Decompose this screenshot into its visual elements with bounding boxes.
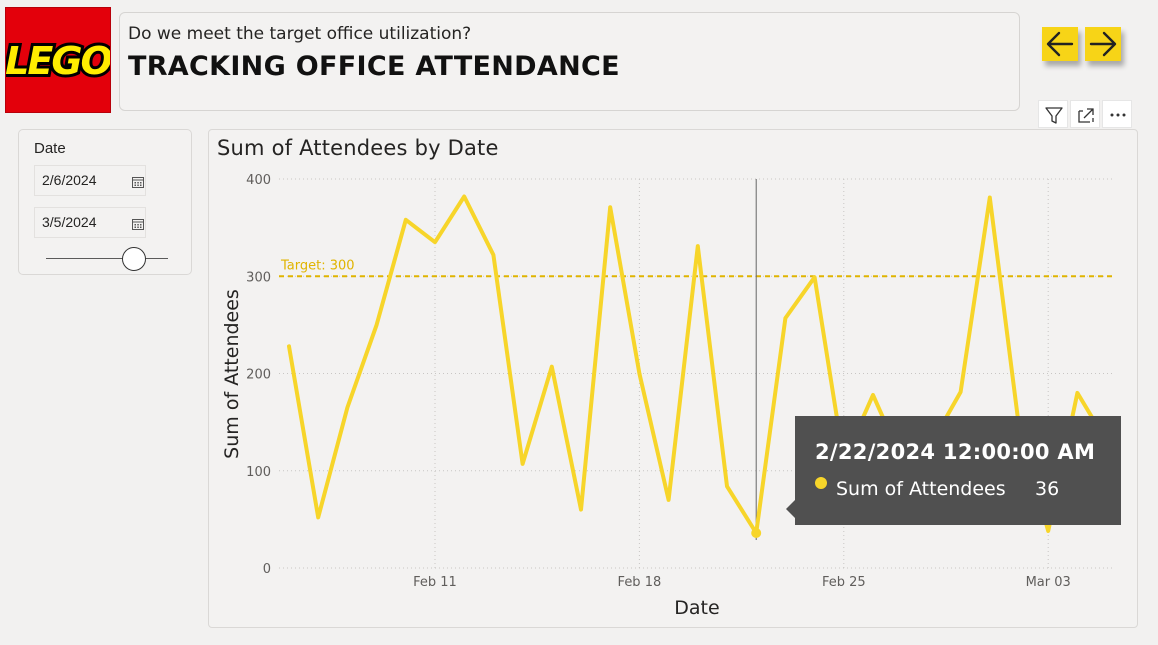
x-tick-label: Feb 18 [618, 575, 662, 590]
y-tick-label: 100 [246, 465, 271, 480]
slicer-title: Date [34, 140, 66, 157]
x-axis-title: Date [674, 597, 719, 619]
forward-button[interactable] [1085, 27, 1121, 61]
start-date-input[interactable]: 2/6/2024 [34, 165, 146, 196]
end-date-input[interactable]: 3/5/2024 [34, 207, 146, 238]
tooltip-series-value: 36 [1035, 478, 1060, 500]
y-tick-label: 200 [246, 368, 271, 383]
attendance-line-chart[interactable]: Target: 300 0 100 200 300 400 Feb 11 Feb 18 Feb… [209, 130, 1137, 627]
x-tick-label: Feb 11 [413, 575, 457, 590]
lego-logo: LEGO [2, 7, 117, 113]
attendance-chart-card: Sum of Attendees by Date Target: 300 0 10… [208, 129, 1138, 628]
date-range-slider-handle[interactable] [122, 247, 146, 271]
x-tick-label: Feb 25 [822, 575, 866, 590]
filter-icon [1045, 107, 1063, 124]
more-options-button[interactable] [1102, 100, 1132, 128]
tooltip-series-marker [815, 477, 827, 489]
more-options-icon [1110, 113, 1126, 117]
x-tick-label: Mar 03 [1026, 575, 1071, 590]
focus-mode-button[interactable] [1070, 100, 1100, 128]
target-label: Target: 300 [280, 258, 355, 273]
y-tick-label: 0 [263, 562, 271, 577]
calendar-icon[interactable] [131, 175, 145, 189]
arrow-left-icon [1046, 31, 1074, 57]
filter-button[interactable] [1038, 100, 1068, 128]
tooltip-title: 2/22/2024 12:00:00 AM [815, 440, 1096, 464]
arrow-right-icon [1089, 31, 1117, 57]
visual-header-toolbar [1038, 100, 1132, 130]
tooltip-series-label: Sum of Attendees [836, 478, 1006, 500]
page-title: TRACKING OFFICE ATTENDANCE [128, 51, 620, 82]
date-slicer: Date 2/6/2024 3/5/2024 [18, 129, 192, 275]
chart-tooltip: 2/22/2024 12:00:00 AM Sum of Attendees 3… [786, 416, 1121, 525]
date-range-slider-track[interactable] [46, 258, 168, 259]
y-axis-title: Sum of Attendees [221, 289, 243, 459]
header-card: Do we meet the target office utilization… [119, 12, 1020, 111]
y-tick-label: 400 [246, 173, 271, 188]
logo-text: LEGO [6, 39, 110, 83]
y-tick-label: 300 [246, 270, 271, 285]
page-subtitle: Do we meet the target office utilization… [128, 24, 472, 44]
back-button[interactable] [1042, 27, 1078, 61]
lego-logo-mark: LEGO [2, 36, 116, 86]
calendar-icon[interactable] [131, 217, 145, 231]
focus-mode-icon [1078, 108, 1094, 123]
hovered-data-point[interactable] [751, 527, 762, 538]
